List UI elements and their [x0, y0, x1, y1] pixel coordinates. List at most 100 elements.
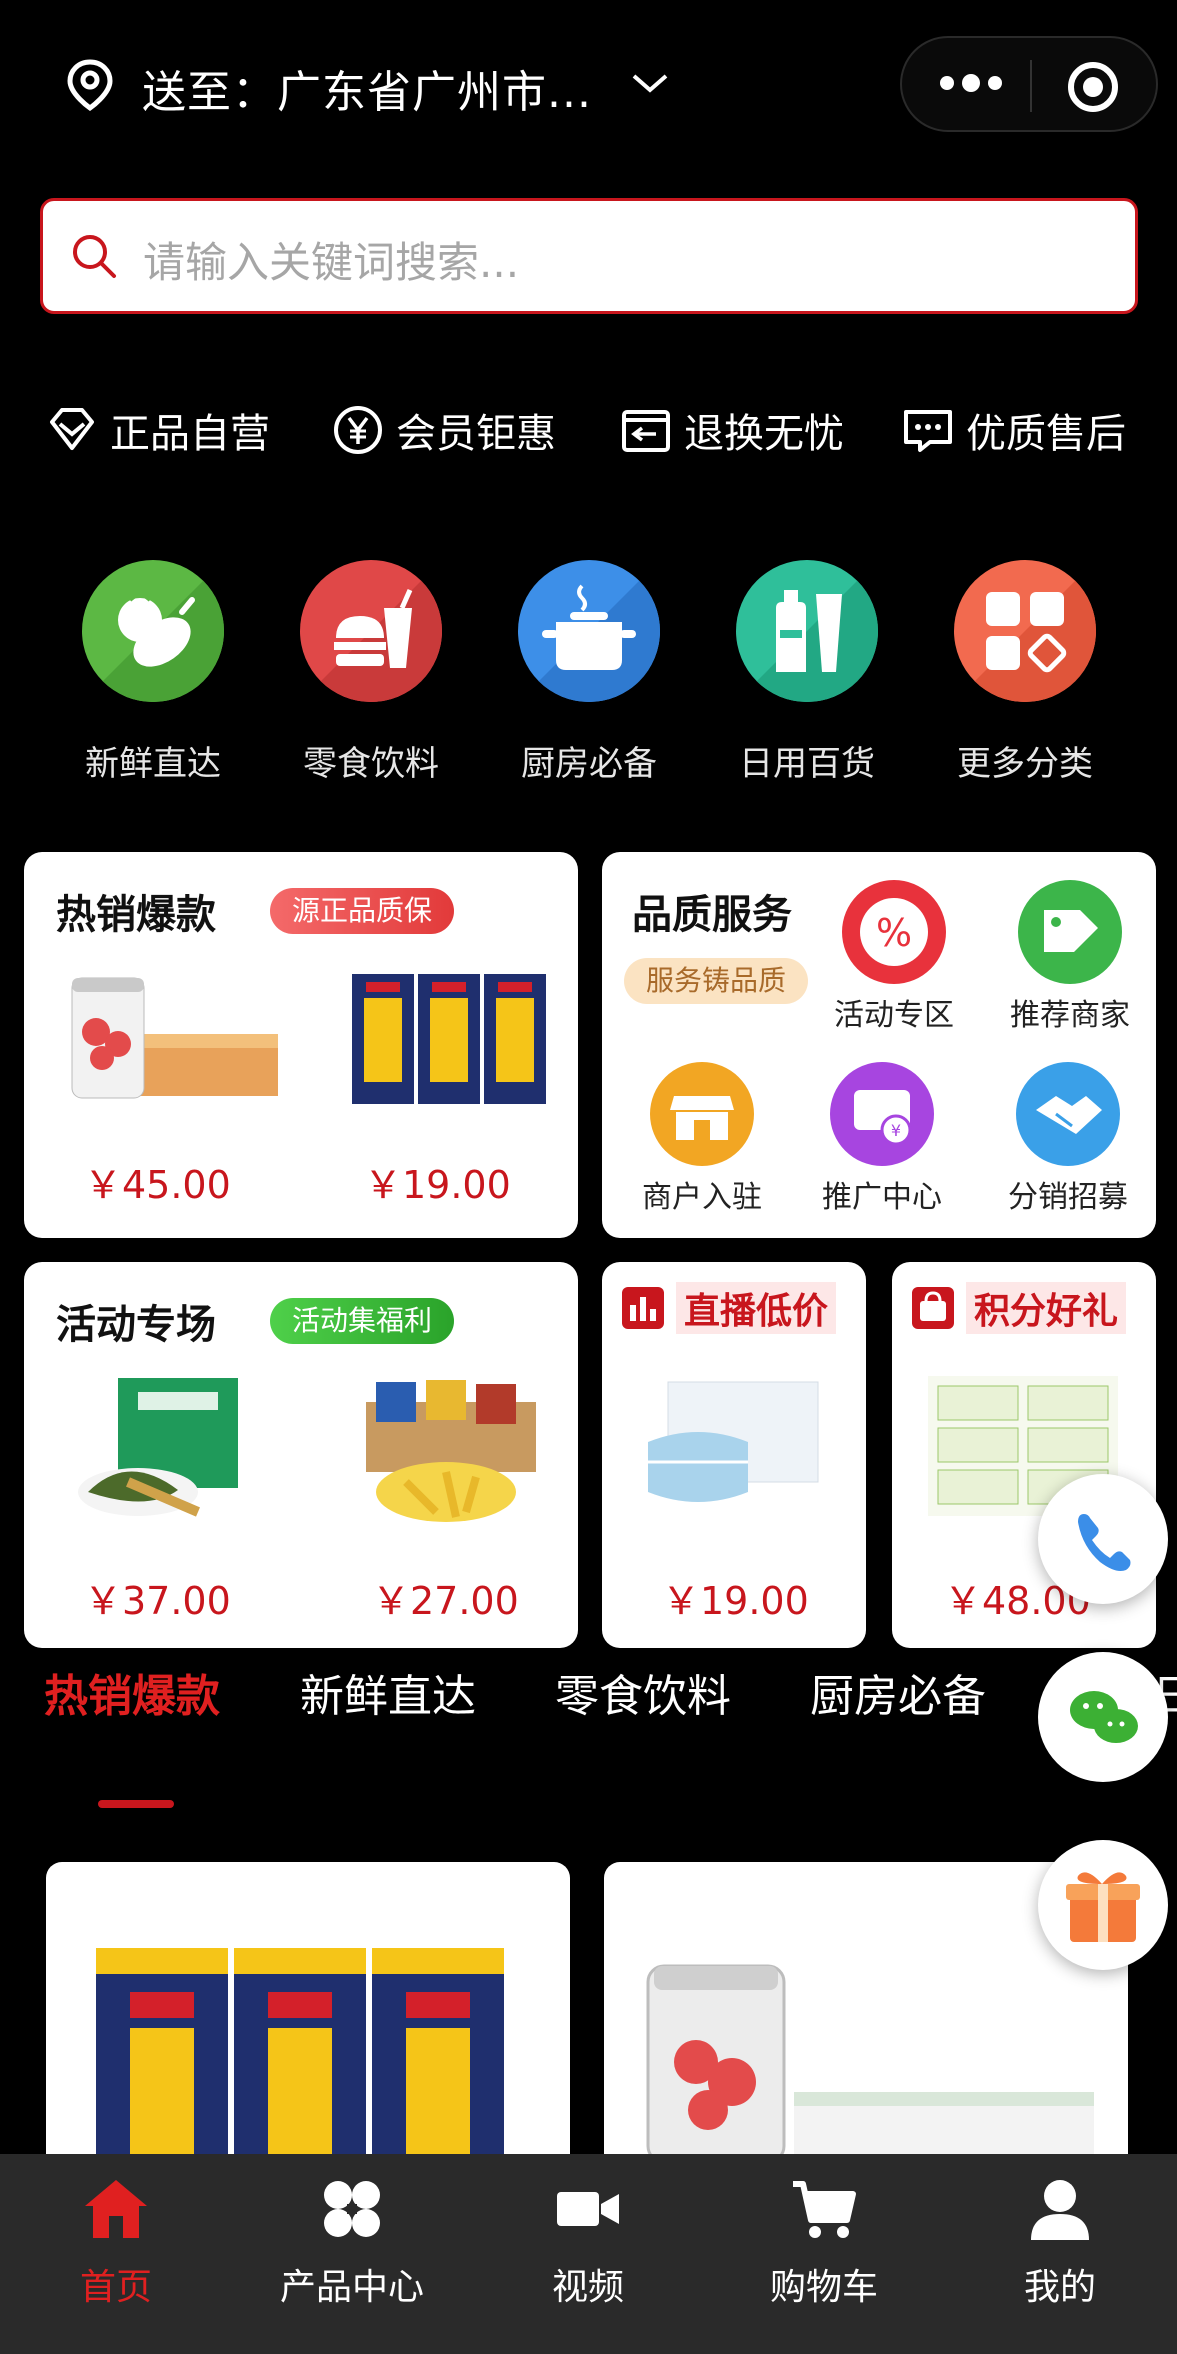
service-guarantees: 正品自营 会员钜惠 退换无忧 优质售后 [0, 390, 1177, 470]
category-label: 更多分类 [957, 744, 1093, 784]
nav-label: 首页 [79, 2267, 152, 2308]
delivery-location[interactable]: 送至：广东省广州市... [142, 56, 592, 120]
feature-after-sales: 优质售后 [900, 390, 1126, 470]
chevron-down-icon[interactable] [630, 68, 670, 98]
feature-member: 会员钜惠 [330, 390, 556, 470]
product-chips-image[interactable] [346, 1372, 556, 1532]
service-label: 推荐商家 [1010, 998, 1130, 1033]
category-grid: 新鲜直达 零食饮料 厨房必备 日用百货 更多分类 [0, 560, 1177, 800]
feature-label: 正品自营 [110, 411, 270, 457]
product-lychee-drink-image[interactable] [68, 970, 278, 1110]
hot-sale-card[interactable]: 热销爆款 源正品质保 ￥45.00 ￥19.00 [24, 852, 578, 1238]
service-activity-zone[interactable]: % 活动专区 [814, 880, 974, 1034]
location-pin-icon[interactable] [64, 58, 116, 112]
nav-cart[interactable]: 购物车 [724, 2174, 924, 2310]
delivery-location-prefix: 送至： [142, 67, 277, 118]
service-distribution-recruit[interactable]: 分销招募 [988, 1062, 1148, 1216]
video-camera-icon [557, 2192, 619, 2226]
gift-bag-icon [912, 1287, 954, 1329]
gift-icon [1066, 1872, 1140, 1942]
discount-icon: % [842, 880, 946, 984]
nav-home[interactable]: 首页 [16, 2174, 216, 2310]
bar-chart-icon [622, 1287, 664, 1329]
category-label: 零食饮料 [303, 744, 439, 784]
category-label: 厨房必备 [521, 744, 657, 784]
product-tabs: 热销爆款 新鲜直达 零食饮料 厨房必备 日 [0, 1650, 1177, 1770]
hot-sale-tag: 源正品质保 [270, 888, 455, 934]
product-price: ￥19.00 [364, 1163, 511, 1207]
feature-authentic: 正品自营 [44, 390, 270, 470]
more-dots-icon[interactable] [940, 74, 1002, 92]
top-bar: 送至：广东省广州市... [0, 0, 1177, 170]
points-header: 积分好礼 [912, 1282, 1127, 1334]
service-promotion-center[interactable]: ¥ 推广中心 [802, 1062, 962, 1216]
fast-food-icon [300, 560, 442, 702]
chat-bubble-icon [904, 410, 952, 452]
cart-icon [793, 2181, 856, 2238]
pot-icon [518, 560, 660, 702]
gift-button[interactable] [1038, 1840, 1168, 1970]
nav-video[interactable]: 视频 [488, 2174, 688, 2310]
nav-products[interactable]: 产品中心 [252, 2174, 452, 2310]
category-daily[interactable]: 日用百货 [717, 560, 897, 785]
product-price: ￥19.00 [662, 1579, 809, 1623]
wechat-button[interactable] [1038, 1652, 1168, 1782]
service-label: 推广中心 [822, 1180, 942, 1215]
tab-kitchen[interactable]: 厨房必备 [810, 1660, 986, 1724]
category-kitchen[interactable]: 厨房必备 [499, 560, 679, 785]
nav-profile[interactable]: 我的 [960, 2174, 1160, 2310]
nav-label: 产品中心 [279, 2267, 424, 2308]
active-tab-indicator [98, 1800, 174, 1808]
phone-icon [1078, 1514, 1131, 1571]
feature-label: 优质售后 [966, 411, 1126, 457]
product-price: ￥37.00 [84, 1579, 231, 1623]
diamond-icon [50, 408, 94, 450]
service-label: 分销招募 [1008, 1180, 1128, 1215]
search-input[interactable]: 请输入关键词搜索... [143, 229, 519, 290]
quality-service-card: 品质服务 服务铸品质 % 活动专区 推荐商家 商户入驻 ¥ 推广中心 分销招募 [602, 852, 1156, 1238]
miniprogram-capsule [900, 36, 1158, 132]
tab-fresh[interactable]: 新鲜直达 [300, 1660, 476, 1724]
svg-text:%: % [876, 911, 912, 955]
tab-snacks[interactable]: 零食饮料 [555, 1660, 731, 1724]
activity-card[interactable]: 活动专场 活动集福利 ￥37.00 ￥27.00 [24, 1262, 578, 1648]
product-price: ￥45.00 [84, 1163, 231, 1207]
product-coconut-juice-image[interactable] [346, 970, 556, 1110]
handshake-icon [1016, 1062, 1120, 1166]
category-snacks[interactable]: 零食饮料 [281, 560, 461, 785]
category-more[interactable]: 更多分类 [935, 560, 1115, 785]
product-price: ￥27.00 [372, 1579, 519, 1623]
return-icon [622, 410, 670, 452]
target-icon[interactable] [1068, 62, 1118, 112]
svg-text:¥: ¥ [891, 1121, 901, 1140]
storefront-icon [650, 1062, 754, 1166]
live-low-price-card[interactable]: 直播低价 ￥19.00 [602, 1262, 866, 1648]
feature-label: 会员钜惠 [396, 411, 556, 457]
service-label: 活动专区 [834, 998, 954, 1033]
service-merchant-join[interactable]: 商户入驻 [622, 1062, 782, 1216]
grid-clover-icon [324, 2181, 380, 2237]
quality-service-tag: 服务铸品质 [624, 958, 809, 1004]
phone-call-button[interactable] [1038, 1474, 1168, 1604]
search-bar[interactable]: 请输入关键词搜索... [40, 198, 1138, 314]
bottom-navigation: 首页 产品中心 视频 购物车 我的 [0, 2154, 1177, 2354]
product-mask-image[interactable] [638, 1372, 834, 1522]
product-card-coconut[interactable] [46, 1862, 570, 2162]
nav-label: 我的 [1023, 2267, 1096, 2308]
service-recommended-merchant[interactable]: 推荐商家 [990, 880, 1150, 1034]
shop-tag-icon [1018, 880, 1122, 984]
points-title: 积分好礼 [966, 1282, 1127, 1334]
user-icon [1031, 2180, 1089, 2240]
service-label: 商户入驻 [642, 1180, 762, 1215]
live-header: 直播低价 [622, 1282, 837, 1334]
hot-sale-title: 热销爆款 [56, 892, 216, 938]
quality-service-title: 品质服务 [632, 892, 792, 938]
search-icon [73, 235, 116, 278]
category-label: 新鲜直达 [85, 744, 221, 784]
category-fresh[interactable]: 新鲜直达 [63, 560, 243, 785]
tab-hot-sale[interactable]: 热销爆款 [44, 1660, 220, 1724]
capsule-divider [1030, 60, 1032, 112]
product-seaweed-image[interactable] [68, 1372, 278, 1532]
product-coconut-juice-large-image [96, 1948, 504, 2162]
activity-tag: 活动集福利 [270, 1298, 455, 1344]
